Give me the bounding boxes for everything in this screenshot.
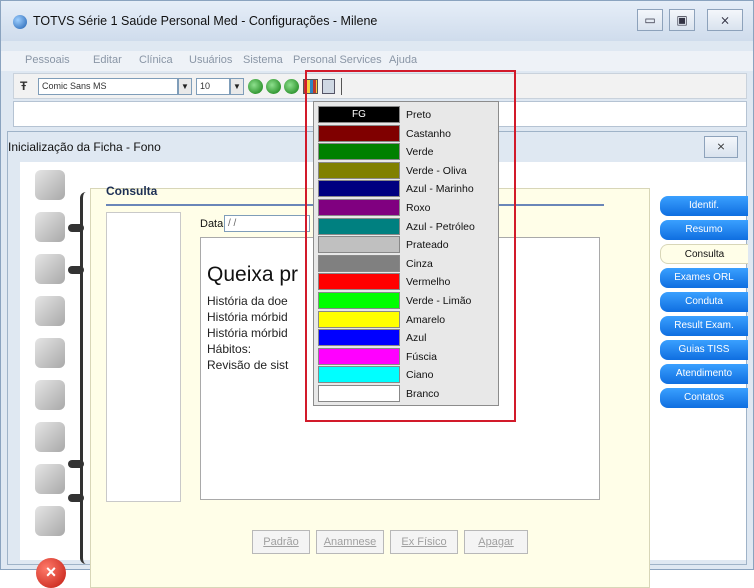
ex-fisico-button[interactable]: Ex Físico	[390, 530, 458, 554]
consulta-list[interactable]	[106, 212, 181, 502]
memo-line: História mórbid	[207, 326, 288, 340]
tab-resumo[interactable]: Resumo	[660, 220, 748, 240]
menu-personal-services[interactable]: Personal Services	[293, 54, 382, 66]
tab-consulta[interactable]: Consulta	[660, 244, 748, 264]
exit-icon[interactable]: ×	[36, 558, 66, 588]
binder-spine	[80, 192, 86, 564]
phone-icon[interactable]	[35, 506, 65, 536]
binder-ring	[68, 224, 84, 232]
binder-ring	[68, 266, 84, 274]
tab-conduta[interactable]: Conduta	[660, 292, 748, 312]
binder-ring	[68, 494, 84, 502]
maximize-button[interactable]: ▣	[669, 9, 695, 31]
memo-line: Revisão de sist	[207, 358, 289, 372]
chevron-down-icon[interactable]: ▼	[178, 78, 192, 95]
child-window-title: Inicialização da Ficha - Fono	[8, 140, 161, 154]
tab-guias-tiss[interactable]: Guias TISS	[660, 340, 748, 360]
app-icon	[13, 15, 27, 29]
memo-line: História mórbid	[207, 310, 288, 324]
font-size-select[interactable]: 10	[196, 78, 230, 95]
date-field[interactable]: / /	[224, 215, 310, 232]
memo-line: Hábitos:	[207, 342, 252, 356]
close-button[interactable]: ⨯	[707, 9, 743, 31]
menu-ajuda[interactable]: Ajuda	[389, 54, 417, 66]
section-title: Consulta	[106, 184, 158, 198]
memo-line: História da doe	[207, 294, 288, 308]
tab-result-exam[interactable]: Result Exam.	[660, 316, 748, 336]
padrao-button[interactable]: Padrão	[252, 530, 310, 554]
minimize-button[interactable]: ▭	[637, 9, 663, 31]
font-type-icon: Ŧ	[20, 79, 28, 93]
book-icon[interactable]	[35, 170, 65, 200]
title-bar: TOTVS Série 1 Saúde Personal Med - Confi…	[1, 1, 753, 41]
italic-format-icon[interactable]	[266, 79, 281, 94]
tab-identif[interactable]: Identif.	[660, 196, 748, 216]
notebook-icon[interactable]	[35, 212, 65, 242]
menu-bar: Pessoais Editar Clínica Usuários Sistema…	[1, 51, 753, 71]
menu-clinica[interactable]: Clínica	[139, 54, 173, 66]
highlight-box	[305, 70, 516, 422]
menu-editar[interactable]: Editar	[93, 54, 122, 66]
underline-format-icon[interactable]	[284, 79, 299, 94]
globe-icon[interactable]	[35, 464, 65, 494]
menu-usuarios[interactable]: Usuários	[189, 54, 232, 66]
tab-atendimento[interactable]: Atendimento	[660, 364, 748, 384]
menu-sistema[interactable]: Sistema	[243, 54, 283, 66]
chevron-down-icon[interactable]: ▼	[230, 78, 244, 95]
hand-icon[interactable]	[35, 380, 65, 410]
notes-icon[interactable]	[35, 254, 65, 284]
date-label: Data	[200, 218, 224, 230]
report-icon[interactable]	[35, 422, 65, 452]
ear-icon[interactable]	[35, 338, 65, 368]
memo-heading: Queixa pr	[207, 263, 299, 286]
tab-exames-orl[interactable]: Exames ORL	[660, 268, 748, 288]
font-family-select[interactable]: Comic Sans MS	[38, 78, 178, 95]
binder-ring	[68, 460, 84, 468]
window-title: TOTVS Série 1 Saúde Personal Med - Confi…	[33, 14, 378, 28]
apagar-button[interactable]: Apagar	[464, 530, 528, 554]
child-close-button[interactable]: ⨯	[704, 136, 738, 158]
bold-format-icon[interactable]	[248, 79, 263, 94]
headset-icon[interactable]	[35, 296, 65, 326]
tab-contatos[interactable]: Contatos	[660, 388, 748, 408]
menu-pessoais[interactable]: Pessoais	[25, 54, 70, 66]
anamnese-button[interactable]: Anamnese	[316, 530, 384, 554]
